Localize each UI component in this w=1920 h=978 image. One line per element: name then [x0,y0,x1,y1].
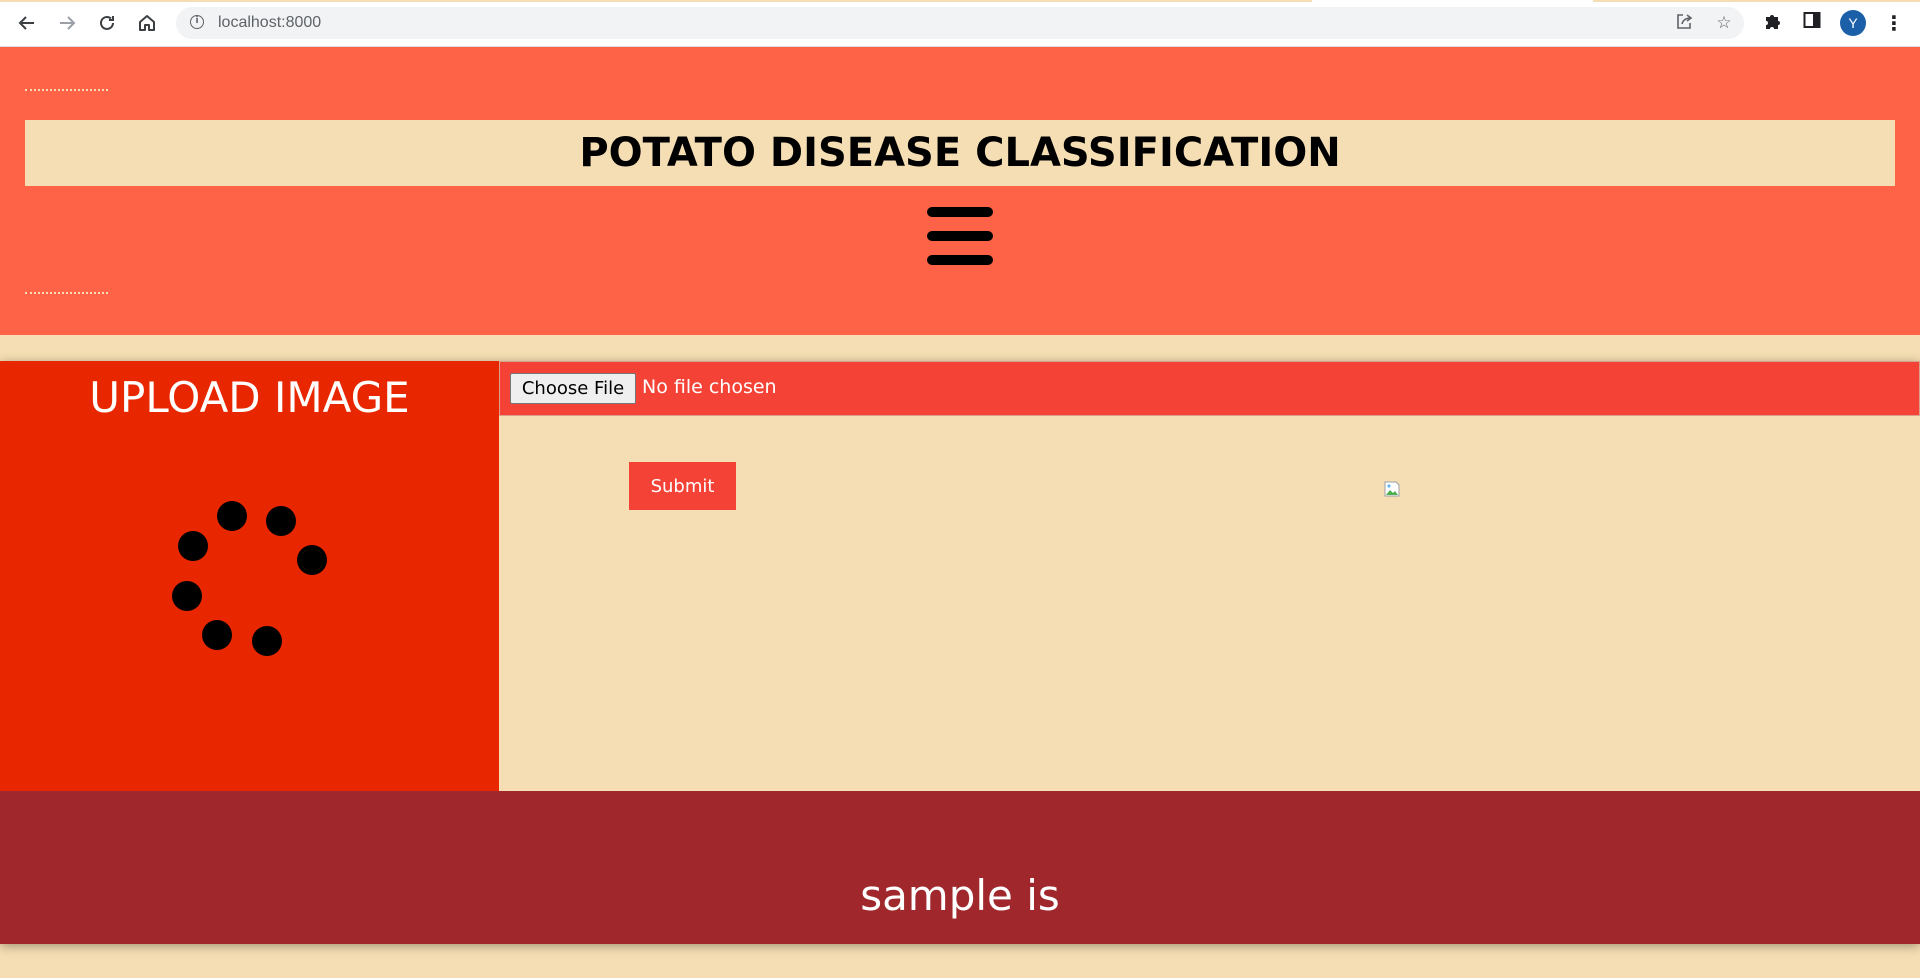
hamburger-icon[interactable] [927,207,993,267]
kebab-menu-icon[interactable]: ⋮ [1882,11,1906,35]
page-load-indicator [0,0,1312,2]
side-panel-icon[interactable] [1800,11,1824,35]
file-input[interactable]: Choose File No file chosen [499,361,1920,416]
address-bar[interactable]: i localhost:8000 ☆ [176,7,1744,39]
info-icon[interactable]: i [190,15,204,29]
submit-button[interactable]: Submit [629,462,736,510]
puzzle-icon[interactable] [1760,11,1784,35]
form-panel: Choose File No file chosen Submit [499,361,1920,791]
star-icon[interactable]: ☆ [1714,13,1734,33]
title-bar: POTATO DISEASE CLASSIFICATION [25,120,1895,186]
reload-icon[interactable] [93,9,121,37]
result-section: sample is [0,791,1920,944]
browser-toolbar: i localhost:8000 ☆ Y ⋮ [0,0,1920,47]
result-text: sample is [860,871,1060,920]
page-title: POTATO DISEASE CLASSIFICATION [579,130,1341,176]
page-header: POTATO DISEASE CLASSIFICATION [0,47,1920,335]
broken-image-icon [1383,480,1401,498]
classification-card: UPLOAD IMAGE Choose File No file chosen … [0,361,1920,944]
home-icon[interactable] [133,9,161,37]
file-status-text: No file chosen [642,376,777,398]
back-arrow-icon[interactable] [13,9,41,37]
address-url[interactable]: localhost:8000 [218,14,321,32]
top-dotted-divider [25,89,108,91]
profile-avatar[interactable]: Y [1840,10,1866,36]
loading-spinner-icon [0,361,499,791]
choose-file-button[interactable]: Choose File [510,373,636,404]
page-load-indicator-right [1593,0,1920,2]
bottom-dotted-divider [25,292,108,294]
upload-panel: UPLOAD IMAGE [0,361,499,791]
share-icon[interactable] [1674,13,1694,33]
forward-arrow-icon[interactable] [53,9,81,37]
